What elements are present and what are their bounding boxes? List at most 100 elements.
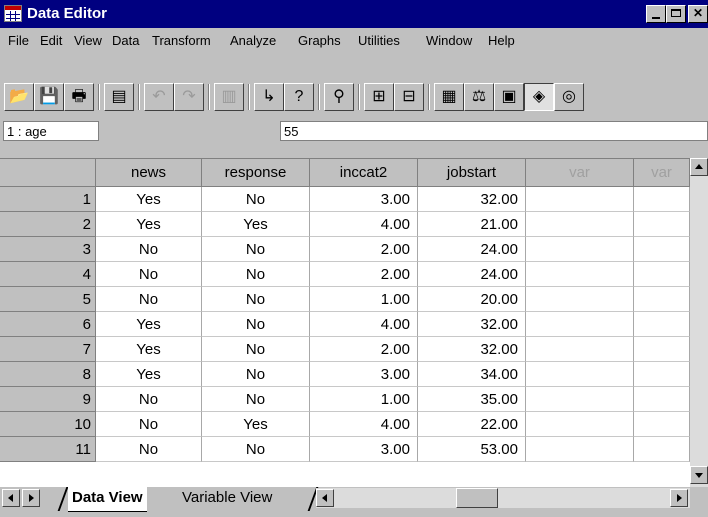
cell-news[interactable]: Yes [96,312,202,337]
row-number[interactable]: 7 [0,337,96,362]
cell-news[interactable]: Yes [96,337,202,362]
cell-response[interactable]: No [202,362,310,387]
cell-empty[interactable] [526,337,634,362]
cell-empty[interactable] [634,212,690,237]
column-header-news[interactable]: news [96,159,202,187]
row-number[interactable]: 9 [0,387,96,412]
cell-empty[interactable] [634,437,690,462]
cell-jobstart[interactable]: 32.00 [418,312,526,337]
dialog-recall-icon[interactable]: ▤ [104,83,134,111]
horizontal-scroll-thumb[interactable] [456,488,498,508]
menu-help[interactable]: Help [488,33,515,48]
insert-case-icon[interactable]: ⊞ [364,83,394,111]
data-editor-app-icon[interactable] [4,5,22,22]
cell-response[interactable]: No [202,437,310,462]
maximize-button[interactable] [666,5,686,23]
undo-icon[interactable]: ↶ [144,83,174,111]
cell-value-editor[interactable]: 55 [280,121,708,141]
cell-response[interactable]: No [202,187,310,212]
row-number[interactable]: 6 [0,312,96,337]
cell-empty[interactable] [526,187,634,212]
scroll-down-arrow-icon[interactable] [690,466,708,484]
tab-scroll-left-icon[interactable] [2,489,20,507]
cell-inccat2[interactable]: 2.00 [310,237,418,262]
cell-empty[interactable] [634,362,690,387]
split-file-icon[interactable]: ▦ [434,83,464,111]
cell-response[interactable]: No [202,312,310,337]
cell-inccat2[interactable]: 2.00 [310,262,418,287]
cell-inccat2[interactable]: 3.00 [310,187,418,212]
cell-jobstart[interactable]: 32.00 [418,337,526,362]
row-number[interactable]: 4 [0,262,96,287]
value-labels-icon[interactable]: ◈ [524,83,554,111]
cell-empty[interactable] [526,437,634,462]
row-number[interactable]: 3 [0,237,96,262]
cell-news[interactable]: No [96,287,202,312]
open-file-icon[interactable]: 📂 [4,83,34,111]
cell-response[interactable]: Yes [202,212,310,237]
scroll-right-arrow-icon[interactable] [670,489,688,507]
horizontal-scrollbar[interactable] [316,488,690,508]
cell-response[interactable]: No [202,337,310,362]
cell-inccat2[interactable]: 3.00 [310,437,418,462]
column-header-inccat2[interactable]: inccat2 [310,159,418,187]
cell-inccat2[interactable]: 4.00 [310,412,418,437]
variables-icon[interactable]: ? [284,83,314,111]
cell-news[interactable]: No [96,437,202,462]
row-number[interactable]: 2 [0,212,96,237]
title-bar[interactable]: Data Editor ✕ [0,0,708,28]
cell-news[interactable]: No [96,412,202,437]
cell-response[interactable]: No [202,387,310,412]
cell-empty[interactable] [634,187,690,212]
weight-cases-icon[interactable]: ⚖ [464,83,494,111]
cell-empty[interactable] [634,237,690,262]
row-number[interactable]: 8 [0,362,96,387]
cell-empty[interactable] [526,312,634,337]
cell-empty[interactable] [526,287,634,312]
grid-corner[interactable] [0,159,96,187]
cell-empty[interactable] [634,412,690,437]
cell-empty[interactable] [634,262,690,287]
menu-analyze[interactable]: Analyze [230,33,276,48]
cell-response[interactable]: No [202,262,310,287]
row-number[interactable]: 10 [0,412,96,437]
cell-inccat2[interactable]: 1.00 [310,387,418,412]
save-icon[interactable]: 💾 [34,83,64,111]
vertical-scrollbar[interactable] [690,158,708,487]
menu-utilities[interactable]: Utilities [358,33,400,48]
cell-inccat2[interactable]: 3.00 [310,362,418,387]
cell-empty[interactable] [526,387,634,412]
cell-jobstart[interactable]: 53.00 [418,437,526,462]
cell-inccat2[interactable]: 1.00 [310,287,418,312]
column-header-var[interactable]: var [526,159,634,187]
cell-news[interactable]: Yes [96,212,202,237]
tab-data-view[interactable]: Data View [68,487,147,512]
menu-view[interactable]: View [74,33,102,48]
cell-jobstart[interactable]: 24.00 [418,237,526,262]
cell-empty[interactable] [526,237,634,262]
cell-jobstart[interactable]: 35.00 [418,387,526,412]
column-header-jobstart[interactable]: jobstart [418,159,526,187]
cell-jobstart[interactable]: 34.00 [418,362,526,387]
select-cases-icon[interactable]: ▣ [494,83,524,111]
redo-icon[interactable]: ↷ [174,83,204,111]
use-sets-icon[interactable]: ◎ [554,83,584,111]
menu-graphs[interactable]: Graphs [298,33,341,48]
column-header-response[interactable]: response [202,159,310,187]
close-button[interactable]: ✕ [688,5,708,23]
goto-chart-icon[interactable]: ▥ [214,83,244,111]
row-number[interactable]: 1 [0,187,96,212]
menu-data[interactable]: Data [112,33,139,48]
cell-response[interactable]: Yes [202,412,310,437]
find-icon[interactable]: ⚲ [324,83,354,111]
cell-empty[interactable] [526,362,634,387]
cell-inccat2[interactable]: 2.00 [310,337,418,362]
tab-variable-view[interactable]: Variable View [178,487,276,511]
cell-news[interactable]: No [96,262,202,287]
cell-empty[interactable] [526,412,634,437]
print-icon[interactable]: 🖶 [64,83,94,111]
cell-inccat2[interactable]: 4.00 [310,312,418,337]
cell-jobstart[interactable]: 22.00 [418,412,526,437]
row-number[interactable]: 11 [0,437,96,462]
menu-window[interactable]: Window [426,33,472,48]
